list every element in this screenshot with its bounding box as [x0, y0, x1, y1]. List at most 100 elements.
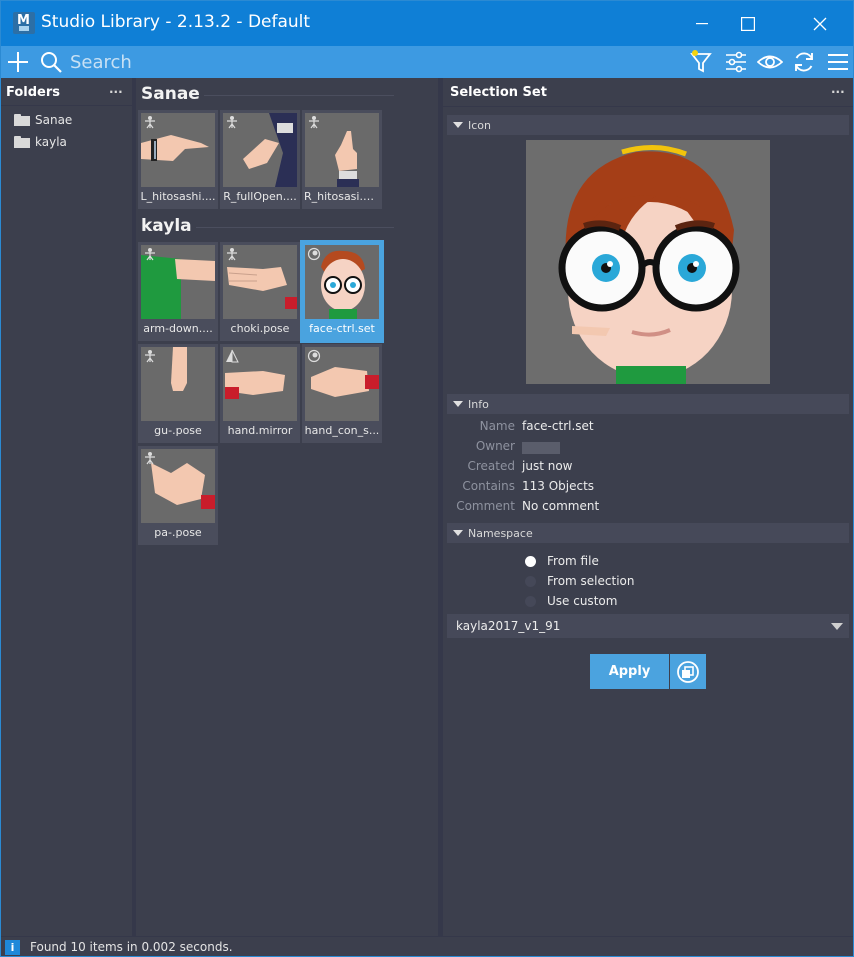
item-thumbnail [305, 347, 379, 421]
toolbar: Search [1, 46, 853, 78]
item-label: arm-down.... [143, 322, 213, 335]
window-title: Studio Library - 2.13.2 - Default [41, 12, 311, 32]
sliders-icon[interactable] [723, 50, 749, 74]
section-label: Info [468, 397, 489, 411]
folder-label: Sanae [35, 113, 73, 127]
close-button[interactable] [797, 1, 843, 46]
library-item[interactable]: hand_con_s... [302, 344, 382, 443]
info-key: Contains [462, 479, 515, 493]
namespace-radio-from-file[interactable]: From file [525, 552, 599, 570]
pose-icon [227, 248, 237, 261]
radio-button[interactable] [525, 575, 536, 587]
status-bar: i Found 10 items in 0.002 seconds. [1, 936, 853, 956]
group-title-kayla: kayla [141, 216, 192, 236]
library-item[interactable]: arm-down.... [138, 242, 218, 341]
selection-set-panel: Selection Set ... Icon Info Name face-ct… [443, 78, 853, 936]
item-thumbnail [141, 113, 215, 187]
pose-icon [145, 350, 155, 363]
menu-icon[interactable] [825, 50, 851, 74]
info-row-owner: Owner [443, 439, 853, 457]
info-row-contains: Contains 113 Objects [443, 479, 853, 497]
folder-icon [14, 114, 30, 126]
namespace-value: kayla2017_v1_91 [456, 619, 561, 633]
item-thumbnail [223, 245, 297, 319]
info-key: Name [479, 419, 515, 433]
library-item[interactable]: R_fullOpen.... [220, 110, 300, 209]
folder-item-sanae[interactable]: Sanae [14, 112, 72, 128]
maximize-icon [741, 16, 755, 31]
library-item[interactable]: L_hitosashi.... [138, 110, 218, 209]
radio-button[interactable] [525, 595, 536, 607]
info-value: 113 Objects [522, 479, 595, 493]
folders-header: Folders [6, 85, 61, 100]
minimize-icon [696, 22, 708, 24]
folder-item-kayla[interactable]: kayla [14, 134, 67, 150]
apply-button[interactable]: Apply [590, 654, 669, 689]
section-label: Icon [468, 118, 491, 132]
maya-app-icon: M [13, 12, 35, 34]
info-value: face-ctrl.set [522, 419, 594, 433]
chevron-down-icon [831, 623, 843, 630]
item-label: gu-.pose [154, 424, 202, 437]
pose-icon [145, 248, 155, 261]
set-icon [307, 349, 321, 363]
pose-icon [227, 116, 237, 129]
item-thumbnail [223, 347, 297, 421]
item-label: face-ctrl.set [309, 322, 375, 335]
collapse-triangle-icon [453, 122, 463, 128]
info-icon: i [5, 940, 20, 955]
info-row-name: Name face-ctrl.set [443, 419, 853, 437]
apply-options-button[interactable] [670, 654, 706, 689]
pose-icon [145, 116, 155, 129]
library-item[interactable]: hand.mirror [220, 344, 300, 443]
info-key: Created [467, 459, 516, 473]
item-thumbnail [305, 245, 379, 319]
folder-label: kayla [35, 135, 67, 149]
mirror-icon [226, 349, 239, 363]
set-icon [307, 247, 321, 261]
filter-icon[interactable] [689, 50, 715, 74]
folder-icon [14, 136, 30, 148]
search-input[interactable]: Search [70, 52, 132, 73]
info-section-header[interactable]: Info [447, 394, 849, 414]
search-icon[interactable] [38, 50, 64, 74]
namespace-radio-use-custom[interactable]: Use custom [525, 592, 617, 610]
library-item[interactable]: gu-.pose [138, 344, 218, 443]
title-bar: M Studio Library - 2.13.2 - Default [1, 1, 853, 46]
library-item-selected[interactable]: face-ctrl.set [300, 240, 384, 343]
radio-label: From selection [547, 574, 635, 588]
item-label: R_hitosasi.p... [304, 190, 381, 203]
collapse-triangle-icon [453, 401, 463, 407]
maximize-button[interactable] [725, 1, 771, 46]
folders-menu-button[interactable]: ... [109, 82, 123, 96]
pose-icon [145, 452, 155, 465]
selection-options-icon [677, 660, 699, 683]
library-item[interactable]: R_hitosasi.p... [302, 110, 382, 209]
item-label: L_hitosashi.... [140, 190, 216, 203]
selection-menu-button[interactable]: ... [831, 82, 845, 96]
eye-icon[interactable] [757, 50, 783, 74]
item-thumbnail [305, 113, 379, 187]
selection-icon-preview [526, 140, 770, 384]
namespace-select[interactable]: kayla2017_v1_91 [447, 614, 849, 638]
studio-library-window: M Studio Library - 2.13.2 - Default Sear… [0, 0, 854, 957]
info-row-created: Created just now [443, 459, 853, 477]
close-icon [813, 17, 827, 30]
sync-icon[interactable] [791, 50, 817, 74]
plus-icon[interactable] [5, 50, 31, 74]
library-item[interactable]: pa-.pose [138, 446, 218, 545]
library-item[interactable]: choki.pose [220, 242, 300, 341]
folders-panel: Folders ... Sanae kayla [1, 78, 132, 936]
namespace-radio-from-selection[interactable]: From selection [525, 572, 634, 590]
info-value: just now [522, 459, 573, 473]
namespace-section-header[interactable]: Namespace [447, 523, 849, 543]
info-value: No comment [522, 499, 600, 513]
collapse-triangle-icon [453, 530, 463, 536]
icon-section-header[interactable]: Icon [447, 115, 849, 135]
section-label: Namespace [468, 526, 533, 540]
library-items-panel: Sanae L_hitosashi.... R_fullOpen.... R_h… [136, 78, 438, 936]
group-title-sanae: Sanae [141, 84, 200, 104]
owner-value-redacted [522, 442, 560, 454]
radio-button-checked[interactable] [525, 555, 536, 567]
minimize-button[interactable] [679, 1, 725, 46]
